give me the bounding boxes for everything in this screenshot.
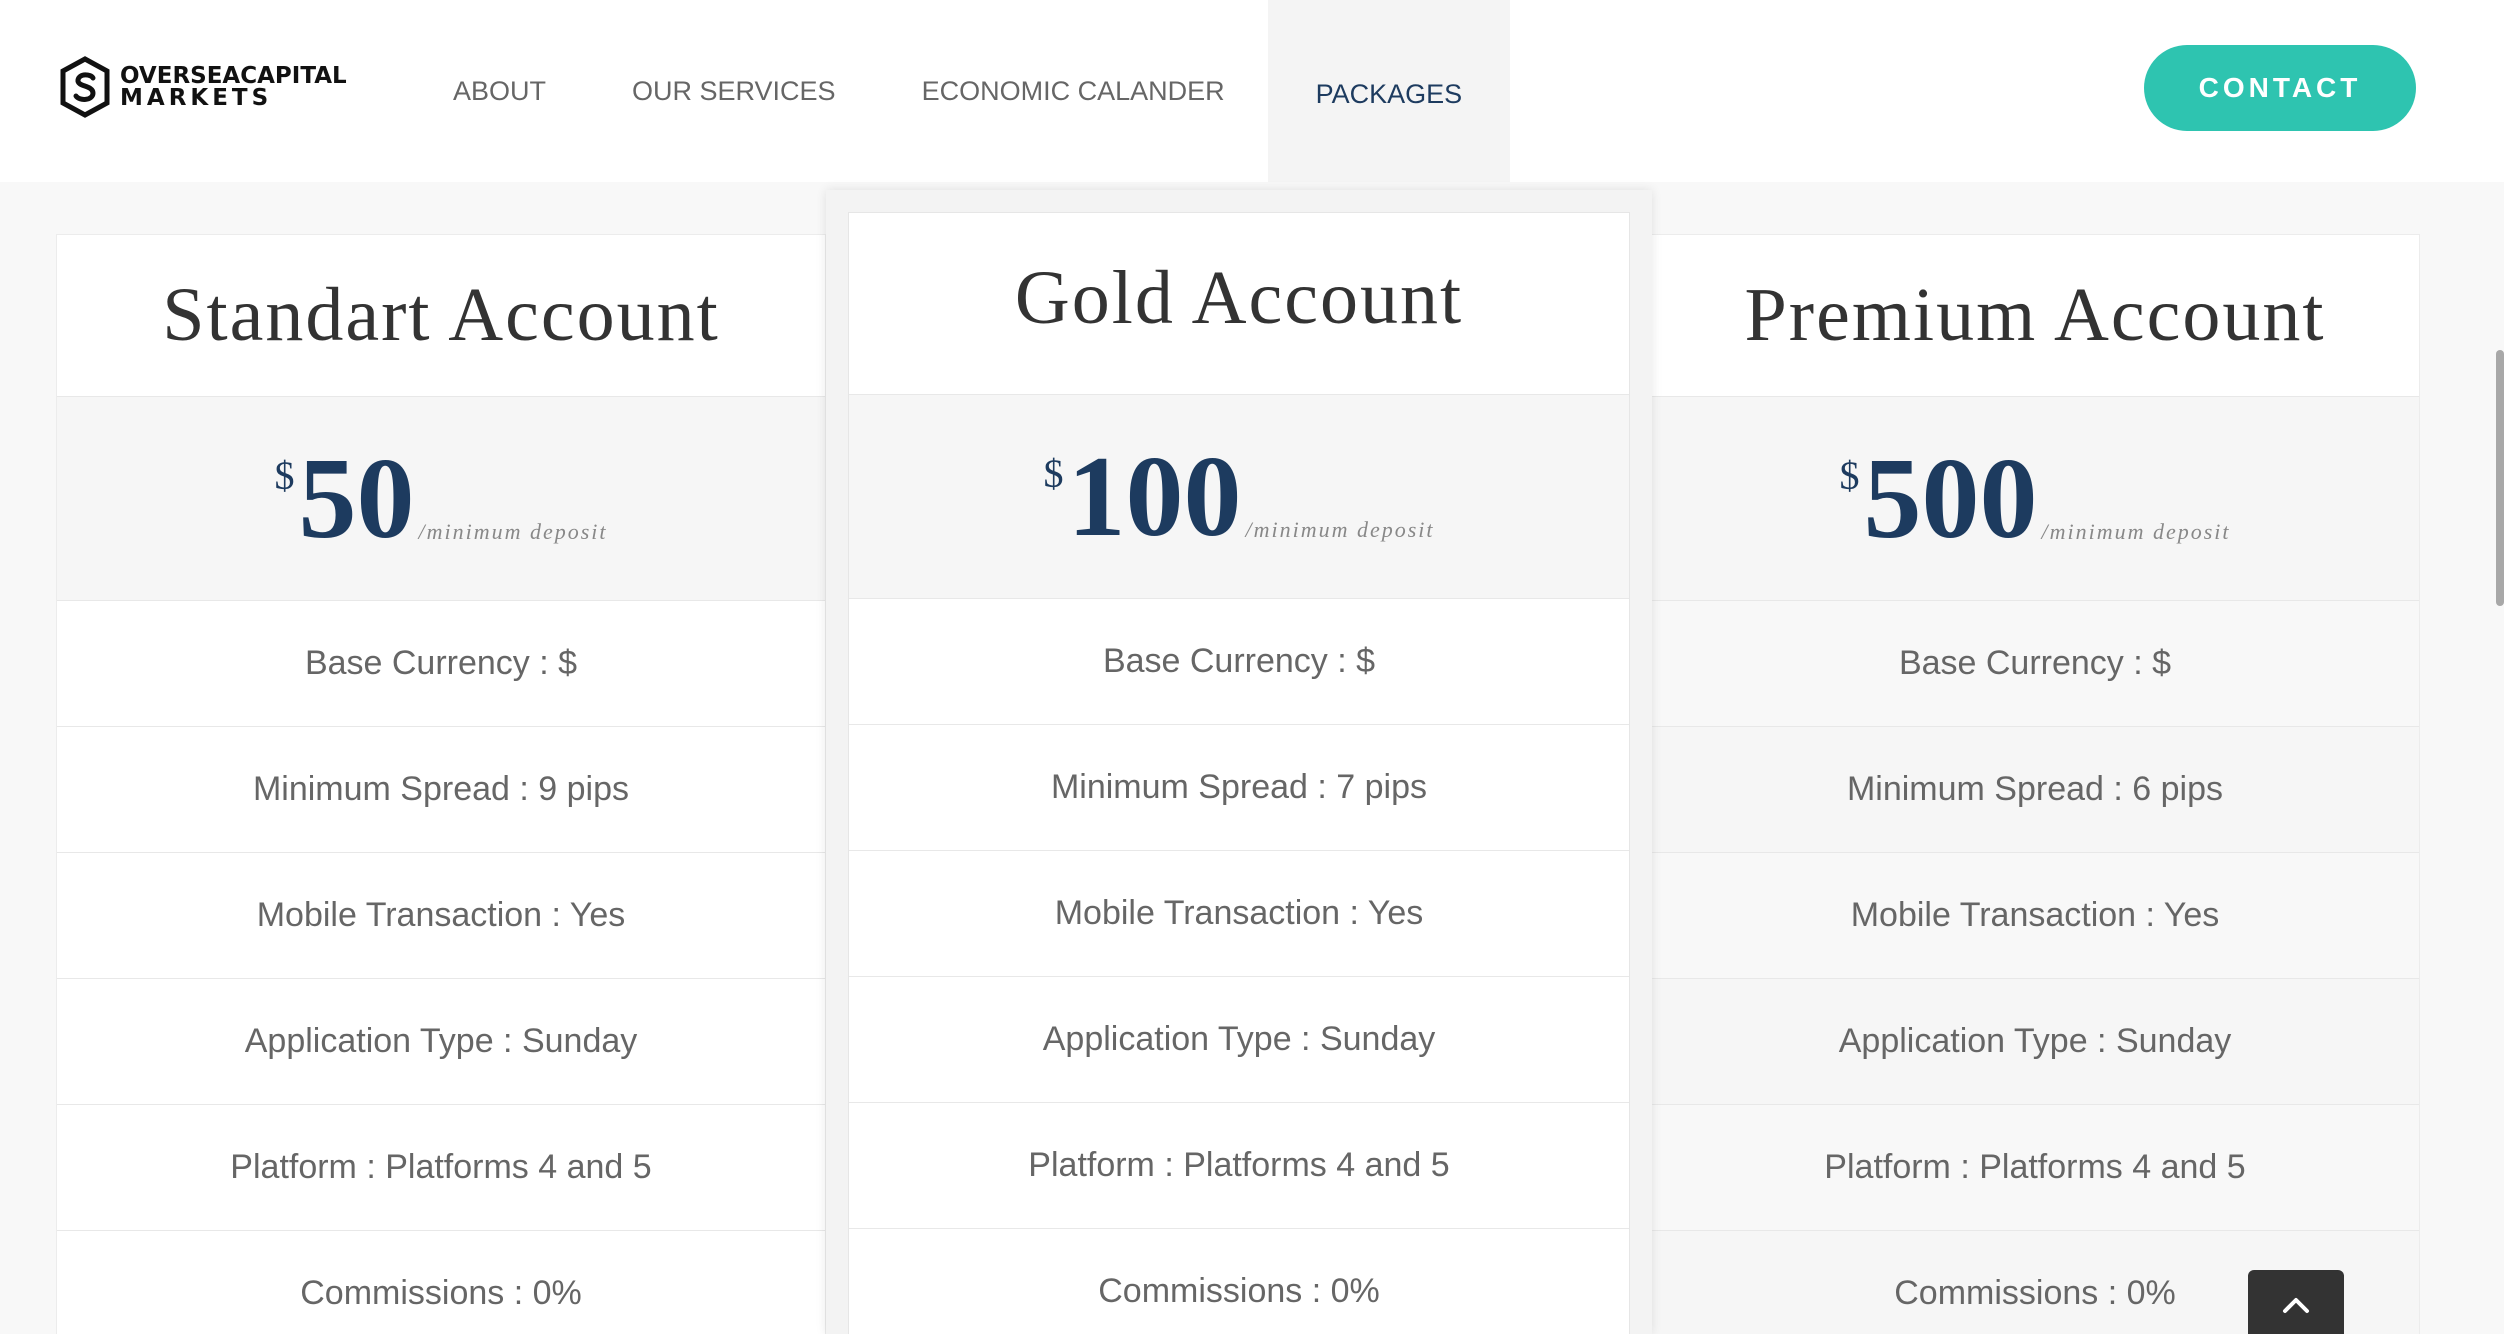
plan-feature: Platform : Platforms 4 and 5 <box>849 1103 1629 1229</box>
pricing-table-premium: Premium Account $ 500 /minimum deposit B… <box>1650 234 2420 1334</box>
price-currency: $ <box>1043 450 1064 496</box>
plan-feature: Platform : Platforms 4 and 5 <box>1651 1105 2419 1231</box>
nav-item-about[interactable]: ABOUT <box>410 0 589 182</box>
plan-title: Premium Account <box>1651 235 2419 397</box>
price-amount: 50 <box>298 434 415 563</box>
pricing-table-standart: Standart Account $ 50 /minimum deposit B… <box>56 234 826 1334</box>
page-scrollbar[interactable] <box>2496 350 2504 606</box>
plan-feature: Commissions : 0% <box>849 1229 1629 1334</box>
price-amount: 100 <box>1067 432 1242 561</box>
plan-feature: Minimum Spread : 6 pips <box>1651 727 2419 853</box>
brand-logo[interactable]: OVERSEACAPITAL MARKETS <box>58 56 347 118</box>
nav-item-packages[interactable]: PACKAGES <box>1267 0 1511 182</box>
plan-feature: Mobile Transaction : Yes <box>849 851 1629 977</box>
pricing-table-gold: Gold Account $ 100 /minimum deposit Base… <box>826 190 1652 1334</box>
nav-item-our-services[interactable]: OUR SERVICES <box>589 0 879 182</box>
plan-feature: Mobile Transaction : Yes <box>57 853 825 979</box>
plan-price: $ 50 /minimum deposit <box>57 397 825 601</box>
plan-feature: Commissions : 0% <box>57 1231 825 1334</box>
brand-line-1: OVERSEACAPITAL <box>120 63 347 89</box>
brand-name: OVERSEACAPITAL MARKETS <box>120 63 347 111</box>
plan-feature: Mobile Transaction : Yes <box>1651 853 2419 979</box>
plan-feature: Application Type : Sunday <box>1651 979 2419 1105</box>
site-header: OVERSEACAPITAL MARKETS ABOUT OUR SERVICE… <box>0 0 2504 182</box>
plan-feature: Base Currency : $ <box>849 599 1629 725</box>
price-amount: 500 <box>1863 434 2038 563</box>
plan-title: Gold Account <box>849 213 1629 395</box>
plan-title: Standart Account <box>57 235 825 397</box>
back-to-top-button[interactable] <box>2248 1270 2344 1334</box>
price-unit: /minimum deposit <box>418 518 608 544</box>
plan-feature: Application Type : Sunday <box>849 977 1629 1103</box>
nav-label: ECONOMIC CALANDER <box>921 75 1225 106</box>
price-unit: /minimum deposit <box>1245 516 1435 542</box>
contact-button[interactable]: CONTACT <box>2144 45 2416 131</box>
nav-label: PACKAGES <box>1315 78 1463 109</box>
price-currency: $ <box>1839 452 1860 498</box>
plan-feature: Platform : Platforms 4 and 5 <box>57 1105 825 1231</box>
nav-label: ABOUT <box>453 75 547 106</box>
plan-feature: Minimum Spread : 7 pips <box>849 725 1629 851</box>
plan-feature: Application Type : Sunday <box>57 979 825 1105</box>
plan-price: $ 500 /minimum deposit <box>1651 397 2419 601</box>
nav-item-economic-calander[interactable]: ECONOMIC CALANDER <box>879 0 1268 182</box>
nav-label: OUR SERVICES <box>632 75 836 106</box>
plan-feature: Base Currency : $ <box>1651 601 2419 727</box>
brand-line-2: MARKETS <box>120 85 273 111</box>
plan-price: $ 100 /minimum deposit <box>849 395 1629 599</box>
main-nav: ABOUT OUR SERVICES ECONOMIC CALANDER PAC… <box>410 0 1511 182</box>
price-currency: $ <box>274 452 295 498</box>
plan-feature: Base Currency : $ <box>57 601 825 727</box>
logo-icon <box>60 56 110 118</box>
chevron-up-icon <box>2283 1298 2309 1313</box>
plan-feature: Minimum Spread : 9 pips <box>57 727 825 853</box>
price-unit: /minimum deposit <box>2041 518 2231 544</box>
